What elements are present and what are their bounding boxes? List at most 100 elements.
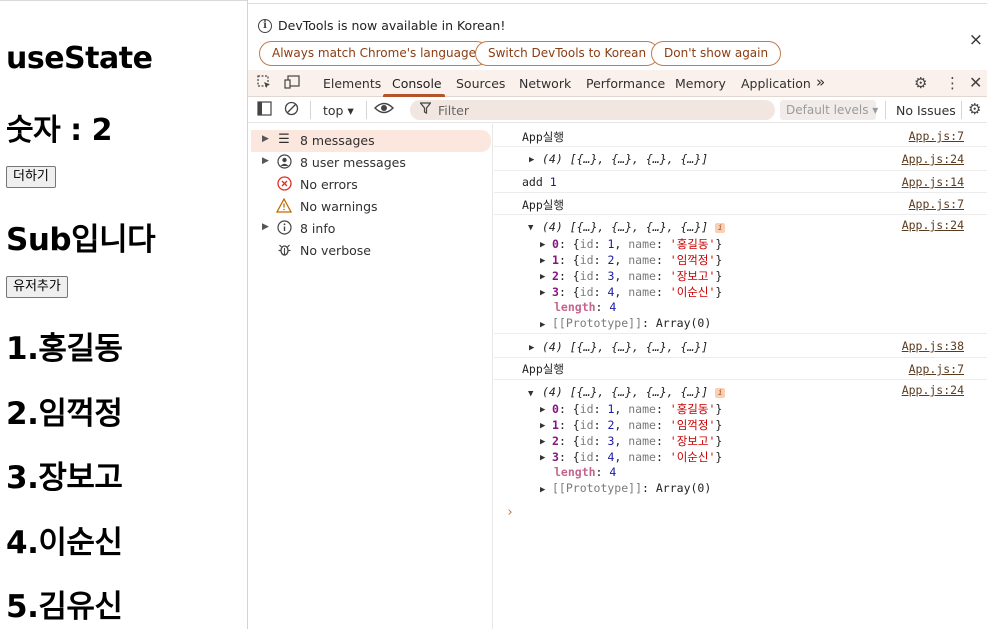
tab-application[interactable]: Application [741, 76, 811, 91]
sidebar-item-verbose[interactable]: No verbose [248, 240, 493, 262]
clear-console-icon[interactable] [284, 101, 299, 120]
console-settings-icon[interactable]: ⚙ [968, 100, 981, 118]
source-link[interactable]: App.js:24 [902, 383, 964, 397]
source-link[interactable]: App.js:7 [909, 197, 964, 211]
sub-heading: Sub입니다 [6, 222, 156, 258]
source-link[interactable]: App.js:7 [909, 362, 964, 376]
add-button[interactable]: 더하기 [6, 166, 56, 188]
filter-input[interactable]: Filter [410, 100, 775, 120]
console-message: App실행 App.js:7 [494, 124, 987, 147]
console-toolbar: top ▾ Filter Default levels ▾ No Issues … [248, 97, 987, 123]
list-icon: ☰ [278, 132, 290, 147]
tab-memory[interactable]: Memory [675, 76, 726, 91]
expand-arrow-icon[interactable]: ▶ [529, 343, 534, 353]
sidebar-item-info[interactable]: ▶ 8 info [248, 218, 493, 240]
item-name: '홍길동' [669, 402, 716, 416]
infobar-message: DevTools is now available in Korean! [278, 18, 506, 33]
more-tabs-icon[interactable]: » [816, 73, 825, 91]
array-summary[interactable]: (4) [{…}, {…}, {…}, {…}] [542, 340, 708, 354]
log-text-label: add [522, 175, 543, 189]
item-index: 0 [552, 237, 559, 251]
source-link[interactable]: App.js:14 [902, 175, 964, 189]
expand-arrow-icon[interactable]: ▶ [540, 421, 545, 431]
close-devtools-icon[interactable]: ✕ [969, 73, 982, 92]
tab-elements[interactable]: Elements [323, 76, 381, 91]
expand-arrow-icon[interactable]: ▶ [540, 485, 545, 495]
array-prototype[interactable]: [[Prototype]]: Array(0) [552, 316, 711, 330]
sidebar-item-messages[interactable]: ▶ ☰ 8 messages [251, 130, 491, 152]
sidebar-toggle-icon[interactable] [257, 101, 272, 120]
console-message-expanded: ▼ (4) [{…}, {…}, {…}, {…}] i App.js:24 ▶… [494, 380, 987, 502]
context-selector[interactable]: top ▾ [323, 103, 354, 118]
collapse-arrow-icon[interactable]: ▼ [528, 389, 533, 399]
array-item[interactable]: 1: {id: 2, name: '임꺽정'} [552, 417, 722, 433]
source-link[interactable]: App.js:38 [902, 339, 964, 353]
array-item[interactable]: 0: {id: 1, name: '홍길동'} [552, 401, 722, 417]
info-badge-icon: i [715, 222, 726, 233]
sidebar-item-user-messages[interactable]: ▶ 8 user messages [248, 152, 493, 174]
toolbar-separator [310, 101, 311, 119]
user-item: 3.장보고 [6, 460, 123, 496]
more-options-icon[interactable]: ⋮ [945, 74, 960, 92]
sidebar-item-label: 8 info [300, 221, 336, 236]
switch-korean-button[interactable]: Switch DevTools to Korean [475, 41, 660, 66]
expand-arrow-icon[interactable]: ▶ [262, 222, 269, 232]
array-summary[interactable]: (4) [{…}, {…}, {…}, {…}] [542, 152, 708, 166]
array-item[interactable]: 1: {id: 2, name: '임꺽정'} [552, 252, 722, 268]
expand-arrow-icon[interactable]: ▶ [262, 134, 269, 144]
array-summary[interactable]: (4) [{…}, {…}, {…}, {…}] i [542, 385, 726, 399]
sidebar-item-label: 8 messages [300, 133, 375, 148]
inspect-element-icon[interactable] [257, 75, 272, 94]
issues-counter[interactable]: No Issues [896, 103, 956, 118]
array-item[interactable]: 0: {id: 1, name: '홍길동'} [552, 236, 722, 252]
source-link[interactable]: App.js:24 [902, 152, 964, 166]
expand-arrow-icon[interactable]: ▶ [529, 155, 534, 165]
sidebar-item-errors[interactable]: No errors [248, 174, 493, 196]
tab-network[interactable]: Network [519, 76, 571, 91]
info-icon: i [258, 19, 272, 33]
source-link[interactable]: App.js:24 [902, 218, 964, 232]
devtools-panel: i DevTools is now available in Korean! A… [247, 0, 987, 629]
console-message: App실행 App.js:7 [494, 358, 987, 380]
console-sidebar: ▶ ☰ 8 messages ▶ 8 user messages No erro… [248, 124, 493, 629]
array-prototype[interactable]: [[Prototype]]: Array(0) [552, 481, 711, 495]
log-levels-dropdown[interactable]: Default levels ▾ [780, 100, 878, 120]
toolbar-separator [366, 101, 367, 119]
sidebar-item-warnings[interactable]: No warnings [248, 196, 493, 218]
length-key: length [554, 300, 596, 314]
expand-arrow-icon[interactable]: ▶ [540, 288, 545, 298]
item-id: 4 [607, 285, 615, 299]
dont-show-again-button[interactable]: Don't show again [651, 41, 782, 66]
settings-gear-icon[interactable]: ⚙ [914, 74, 927, 92]
tab-performance[interactable]: Performance [586, 76, 665, 91]
array-summary[interactable]: (4) [{…}, {…}, {…}, {…}] i [542, 220, 726, 234]
expand-arrow-icon[interactable]: ▶ [262, 156, 269, 166]
device-toolbar-icon[interactable] [284, 75, 300, 94]
item-index: 3 [552, 450, 559, 464]
array-item[interactable]: 2: {id: 3, name: '장보고'} [552, 268, 722, 284]
match-language-button[interactable]: Always match Chrome's language [259, 41, 489, 66]
array-item[interactable]: 2: {id: 3, name: '장보고'} [552, 433, 722, 449]
filter-placeholder: Filter [438, 103, 469, 118]
array-item[interactable]: 3: {id: 4, name: '이순신'} [552, 449, 722, 465]
expand-arrow-icon[interactable]: ▶ [540, 240, 545, 250]
expand-arrow-icon[interactable]: ▶ [540, 405, 545, 415]
close-icon[interactable]: × [969, 30, 983, 50]
eye-icon[interactable] [374, 100, 394, 120]
user-icon [276, 154, 292, 170]
console-prompt-icon[interactable]: › [506, 505, 514, 520]
expand-arrow-icon[interactable]: ▶ [540, 453, 545, 463]
tab-sources[interactable]: Sources [456, 76, 505, 91]
source-link[interactable]: App.js:7 [909, 129, 964, 143]
expand-arrow-icon[interactable]: ▶ [540, 256, 545, 266]
expand-arrow-icon[interactable]: ▶ [540, 437, 545, 447]
array-item[interactable]: 3: {id: 4, name: '이순신'} [552, 284, 722, 300]
length-value: 4 [609, 300, 617, 314]
expand-arrow-icon[interactable]: ▶ [540, 272, 545, 282]
collapse-arrow-icon[interactable]: ▼ [528, 223, 533, 233]
add-user-button[interactable]: 유저추가 [6, 276, 68, 298]
tab-console[interactable]: Console [392, 76, 442, 91]
prototype-key: [[Prototype]] [552, 316, 643, 330]
expand-arrow-icon[interactable]: ▶ [540, 320, 545, 330]
array-summary-text: (4) [{…}, {…}, {…}, {…}] [542, 220, 709, 234]
